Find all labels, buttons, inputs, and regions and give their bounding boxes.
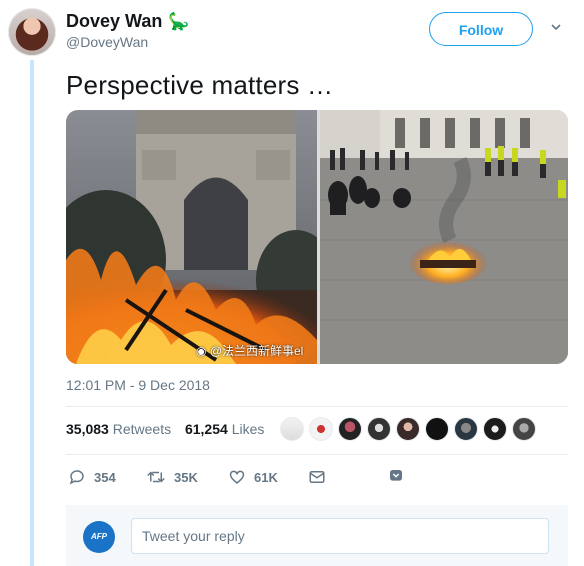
- liker-avatar[interactable]: [512, 417, 536, 441]
- likes-count[interactable]: 61,254: [185, 421, 228, 437]
- media-image-arc-fire[interactable]: [66, 110, 317, 364]
- liker-avatar[interactable]: [396, 417, 420, 441]
- author-name-text[interactable]: Dovey Wan: [66, 11, 162, 31]
- like-action[interactable]: 61K: [228, 468, 278, 486]
- tweet-media[interactable]: ◉ @法兰西新鲜事el: [66, 110, 568, 364]
- dinosaur-emoji-icon: 🦕: [168, 12, 190, 31]
- direct-message-action[interactable]: [308, 468, 326, 486]
- author-name[interactable]: Dovey Wan 🦕: [66, 11, 190, 32]
- reply-input[interactable]: [131, 518, 549, 554]
- like-count: 61K: [254, 469, 278, 485]
- media-watermark: ◉ @法兰西新鲜事el: [196, 342, 303, 359]
- caret-action[interactable]: [388, 468, 404, 484]
- reply-box: AFP: [66, 505, 568, 566]
- watermark-text: @法兰西新鲜事el: [209, 344, 304, 358]
- retweet-icon[interactable]: [146, 468, 166, 486]
- liker-avatar[interactable]: [454, 417, 478, 441]
- reply-icon[interactable]: [68, 468, 86, 486]
- weibo-icon: ◉: [196, 344, 207, 358]
- follow-button[interactable]: Follow: [429, 12, 533, 46]
- chevron-down-icon[interactable]: [551, 22, 561, 32]
- retweets-label[interactable]: Retweets: [113, 421, 171, 437]
- media-image-street-view[interactable]: [320, 110, 568, 364]
- dropdown-caret-icon[interactable]: [388, 468, 404, 484]
- likes-label[interactable]: Likes: [232, 421, 265, 437]
- author-avatar[interactable]: [8, 8, 56, 56]
- divider: [66, 406, 568, 407]
- envelope-icon[interactable]: [308, 468, 326, 486]
- retweet-count: 35K: [174, 469, 198, 485]
- heart-icon[interactable]: [228, 468, 246, 486]
- liker-avatar[interactable]: [280, 417, 304, 441]
- tweet-text: Perspective matters …: [66, 70, 334, 100]
- liker-avatar[interactable]: [338, 417, 362, 441]
- reply-avatar: AFP: [83, 521, 115, 553]
- reply-count: 354: [94, 469, 116, 485]
- retweets-count[interactable]: 35,083: [66, 421, 109, 437]
- liker-avatar[interactable]: [483, 417, 507, 441]
- tweet-timestamp[interactable]: 12:01 PM - 9 Dec 2018: [66, 377, 210, 393]
- liker-avatar[interactable]: [367, 417, 391, 441]
- reply-action[interactable]: 354: [68, 468, 116, 486]
- liker-avatar[interactable]: [309, 417, 333, 441]
- liker-avatar[interactable]: [425, 417, 449, 441]
- divider: [66, 454, 568, 455]
- thread-line: [30, 60, 34, 566]
- author-handle[interactable]: @DoveyWan: [66, 34, 148, 50]
- retweet-action[interactable]: 35K: [146, 468, 198, 486]
- tweet-stats: 35,083 Retweets 61,254 Likes: [66, 421, 264, 437]
